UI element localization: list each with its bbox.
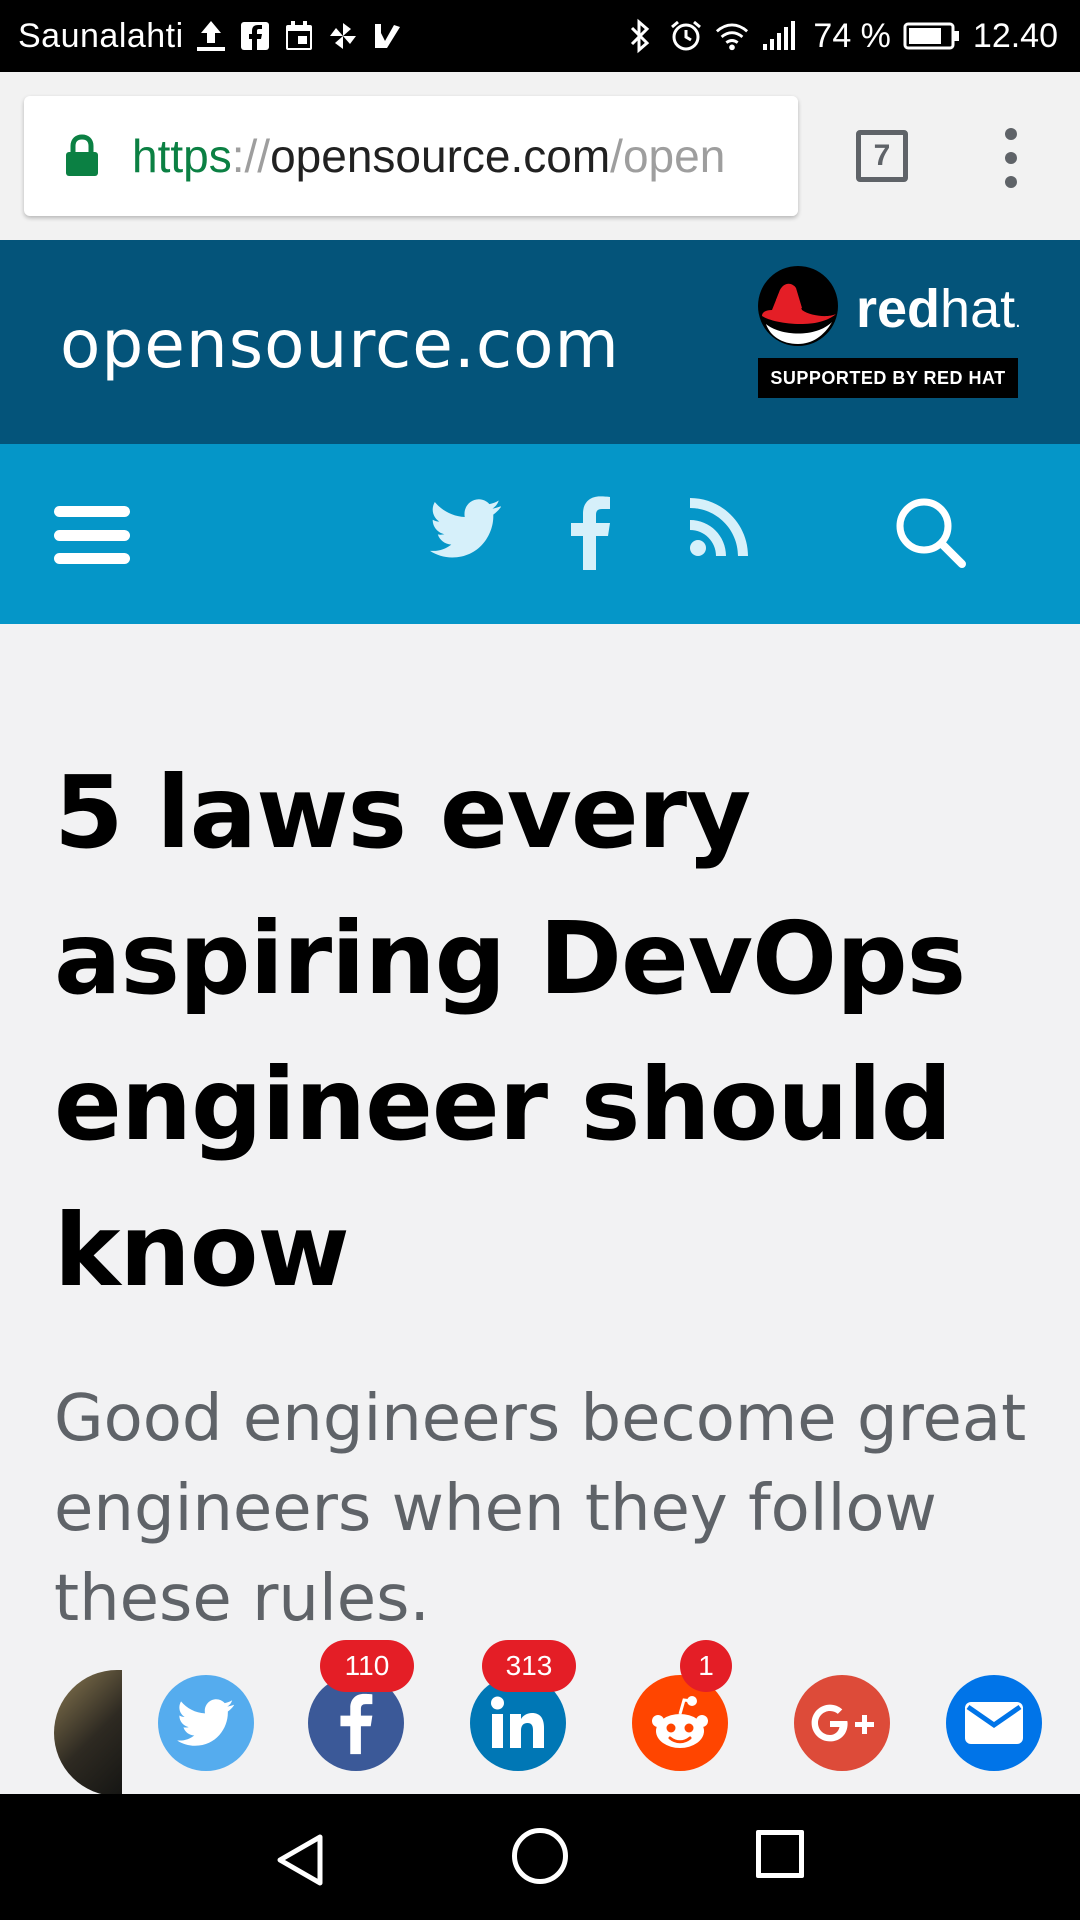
upload-icon bbox=[194, 19, 228, 53]
share-twitter-button[interactable] bbox=[158, 1675, 254, 1771]
carrier-name: Saunalahti bbox=[18, 16, 184, 55]
battery-icon bbox=[903, 19, 961, 53]
url-text: https://opensource.com/open bbox=[132, 126, 725, 186]
site-navbar bbox=[0, 444, 1080, 624]
article-title: 5 laws every aspiring DevOps engineer sh… bbox=[54, 754, 966, 1309]
clock: 12.40 bbox=[972, 16, 1058, 55]
address-bar[interactable]: https://opensource.com/open bbox=[24, 96, 798, 216]
author-avatar[interactable] bbox=[54, 1670, 122, 1796]
browser-toolbar: https://opensource.com/open 7 bbox=[0, 72, 1080, 240]
share-email-button[interactable] bbox=[946, 1675, 1042, 1771]
share-row: 110 313 1 bbox=[0, 1640, 1080, 1796]
menu-bar bbox=[54, 553, 130, 564]
bluetooth-icon bbox=[623, 18, 657, 54]
android-navigation-bar bbox=[0, 1794, 1080, 1920]
alarm-icon bbox=[669, 19, 703, 53]
reddit-icon bbox=[648, 1695, 712, 1751]
tab-switcher-button[interactable]: 7 bbox=[856, 130, 908, 182]
status-bar-right: 74 % 12.40 bbox=[623, 0, 1058, 72]
article-subtitle: Good engineers become great engineers wh… bbox=[54, 1382, 1027, 1636]
pinwheel-icon bbox=[326, 19, 360, 53]
status-bar: Saunalahti 74 % 12.40 bbox=[0, 0, 1080, 72]
url-fade bbox=[758, 96, 798, 216]
google-plus-icon bbox=[810, 1703, 874, 1743]
twitter-icon[interactable] bbox=[430, 498, 502, 560]
reddit-share-count: 1 bbox=[680, 1640, 732, 1692]
signal-icon bbox=[761, 19, 801, 53]
email-icon bbox=[964, 1701, 1024, 1745]
sponsor-badge: SUPPORTED BY RED HAT bbox=[758, 358, 1018, 398]
battery-percent: 74 % bbox=[813, 16, 891, 55]
menu-dot bbox=[1005, 152, 1017, 164]
url-path: /open bbox=[610, 130, 726, 182]
back-icon[interactable] bbox=[272, 1832, 328, 1888]
recents-icon[interactable] bbox=[756, 1830, 804, 1878]
twitter-icon bbox=[177, 1699, 235, 1747]
wifi-icon bbox=[715, 19, 749, 53]
facebook-icon[interactable] bbox=[568, 494, 612, 570]
facebook-share-count: 110 bbox=[320, 1640, 414, 1692]
facebook-notification-icon bbox=[238, 19, 272, 53]
red-hat-wordmark: redhat. bbox=[856, 278, 1021, 340]
calendar-icon bbox=[282, 19, 316, 53]
red-hat-word-bold: red bbox=[856, 279, 941, 339]
linkedin-icon bbox=[490, 1696, 546, 1750]
site-header: opensource.com redhat. SUPPORTED BY RED … bbox=[0, 240, 1080, 444]
red-hat-sponsor[interactable]: redhat. SUPPORTED BY RED HAT bbox=[756, 264, 1021, 424]
checkmark-notification-icon bbox=[370, 19, 404, 53]
lock-icon bbox=[64, 134, 100, 178]
facebook-icon bbox=[338, 1691, 374, 1755]
search-icon[interactable] bbox=[894, 496, 966, 568]
share-google-plus-button[interactable] bbox=[794, 1675, 890, 1771]
url-host: opensource.com bbox=[270, 130, 611, 182]
red-hat-tm: . bbox=[1015, 310, 1021, 332]
url-scheme: https bbox=[132, 130, 232, 182]
menu-dot bbox=[1005, 128, 1017, 140]
menu-bar bbox=[54, 506, 130, 517]
status-bar-left: Saunalahti bbox=[18, 0, 404, 72]
site-logo-text[interactable]: opensource.com bbox=[60, 306, 620, 383]
menu-bar bbox=[54, 529, 130, 541]
menu-icon[interactable] bbox=[54, 506, 130, 564]
rss-icon[interactable] bbox=[690, 498, 748, 556]
url-separator: :// bbox=[231, 130, 271, 182]
red-hat-word-light: hat bbox=[940, 279, 1016, 339]
browser-menu-button[interactable] bbox=[994, 128, 1028, 188]
linkedin-share-count: 313 bbox=[482, 1640, 576, 1692]
home-icon[interactable] bbox=[512, 1828, 568, 1884]
menu-dot bbox=[1005, 176, 1017, 188]
red-hat-logo-icon bbox=[756, 264, 842, 348]
